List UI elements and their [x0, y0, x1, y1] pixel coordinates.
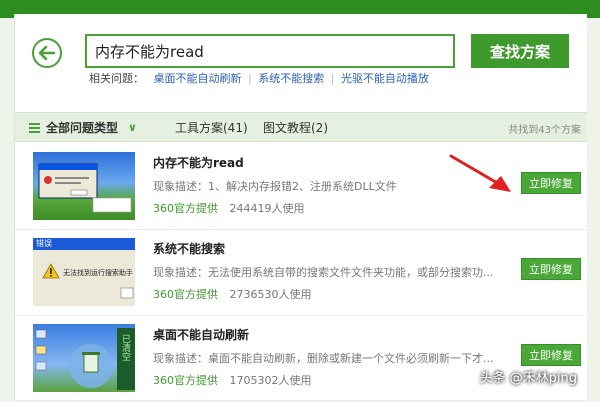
result-title: 桌面不能自动刷新 — [153, 328, 250, 342]
result-meta: 360官方提供 244419人使用 — [153, 200, 305, 216]
related-link-desktop-refresh[interactable]: 桌面不能自动刷新 — [154, 72, 242, 85]
all-types-label: 全部问题类型 — [46, 121, 119, 135]
provider-label: 360官方提供 — [153, 374, 218, 387]
all-types-dropdown[interactable]: 全部问题类型 ∨ — [29, 119, 137, 136]
arrow-left-icon — [39, 46, 55, 60]
usage-count: 2736530人使用 — [229, 288, 312, 301]
provider-label: 360官方提供 — [153, 288, 218, 301]
cleared-text: 已清空 — [120, 334, 130, 361]
related-questions: 相关问题： 桌面不能自动刷新 | 系统不能搜索 | 光驱不能自动播放 — [89, 70, 429, 86]
related-link-cd-autoplay[interactable]: 光驱不能自动播放 — [341, 72, 429, 85]
provider-label: 360官方提供 — [153, 202, 218, 215]
related-label: 相关问题： — [89, 72, 144, 85]
result-thumbnail — [33, 152, 135, 220]
search-input[interactable] — [87, 36, 453, 66]
result-description: 现象描述：无法使用系统自带的搜索文件文件夹功能，或部分搜索功... — [153, 266, 494, 279]
tab-tool-solutions[interactable]: 工具方案(41) — [175, 119, 248, 136]
dialog-header-text: 错误 — [36, 239, 52, 248]
result-description: 现象描述：1、解决内存报错2、注册系统DLL文件 — [153, 180, 397, 193]
fix-now-button[interactable]: 立即修复 — [521, 172, 581, 194]
separator: | — [330, 72, 335, 85]
result-thumbnail: 已清空 — [33, 324, 135, 392]
usage-count: 244419人使用 — [229, 202, 305, 215]
dialog-message-text: 无法找到运行搜索助手 — [63, 269, 133, 277]
red-arrow-annotation — [449, 154, 511, 192]
watermark: 头条 @禾林ping — [479, 371, 578, 386]
result-item: 已清空 桌面不能自动刷新 现象描述：桌面不能自动刷新，删除或新建一个文件必须刷新… — [15, 316, 587, 402]
search-button[interactable]: 查找方案 — [471, 34, 569, 68]
result-thumbnail: 错误 无法找到运行搜索助手 — [33, 238, 135, 306]
separator: | — [248, 72, 252, 85]
search-box — [85, 34, 455, 68]
result-meta: 360官方提供 1705302人使用 — [153, 372, 312, 388]
error-dialog-screenshot — [38, 163, 132, 213]
tab-graphic-tutorials[interactable]: 图文教程(2) — [263, 119, 328, 136]
result-count: 共找到43个方案 — [508, 125, 581, 136]
usage-count: 1705302人使用 — [229, 374, 312, 387]
filter-bar: 全部问题类型 ∨ 工具方案(41) 图文教程(2) 共找到43个方案 — [15, 112, 587, 142]
result-description: 现象描述：桌面不能自动刷新，删除或新建一个文件必须刷新一下才... — [153, 352, 494, 365]
related-link-system-search[interactable]: 系统不能搜索 — [258, 72, 324, 85]
main-panel: 查找方案 相关问题： 桌面不能自动刷新 | 系统不能搜索 | 光驱不能自动播放 … — [14, 14, 587, 402]
fix-now-button[interactable]: 立即修复 — [521, 344, 581, 366]
result-title: 内存不能为read — [153, 156, 244, 170]
fix-now-button[interactable]: 立即修复 — [521, 258, 581, 280]
chevron-down-icon: ∨ — [128, 121, 137, 134]
result-title: 系统不能搜索 — [153, 242, 226, 256]
list-icon — [29, 123, 40, 133]
result-item: 错误 无法找到运行搜索助手 系统不能搜索 现象描述：无法使用系统自带的搜索文件文… — [15, 230, 587, 316]
back-button[interactable] — [32, 38, 62, 68]
result-meta: 360官方提供 2736530人使用 — [153, 286, 312, 302]
